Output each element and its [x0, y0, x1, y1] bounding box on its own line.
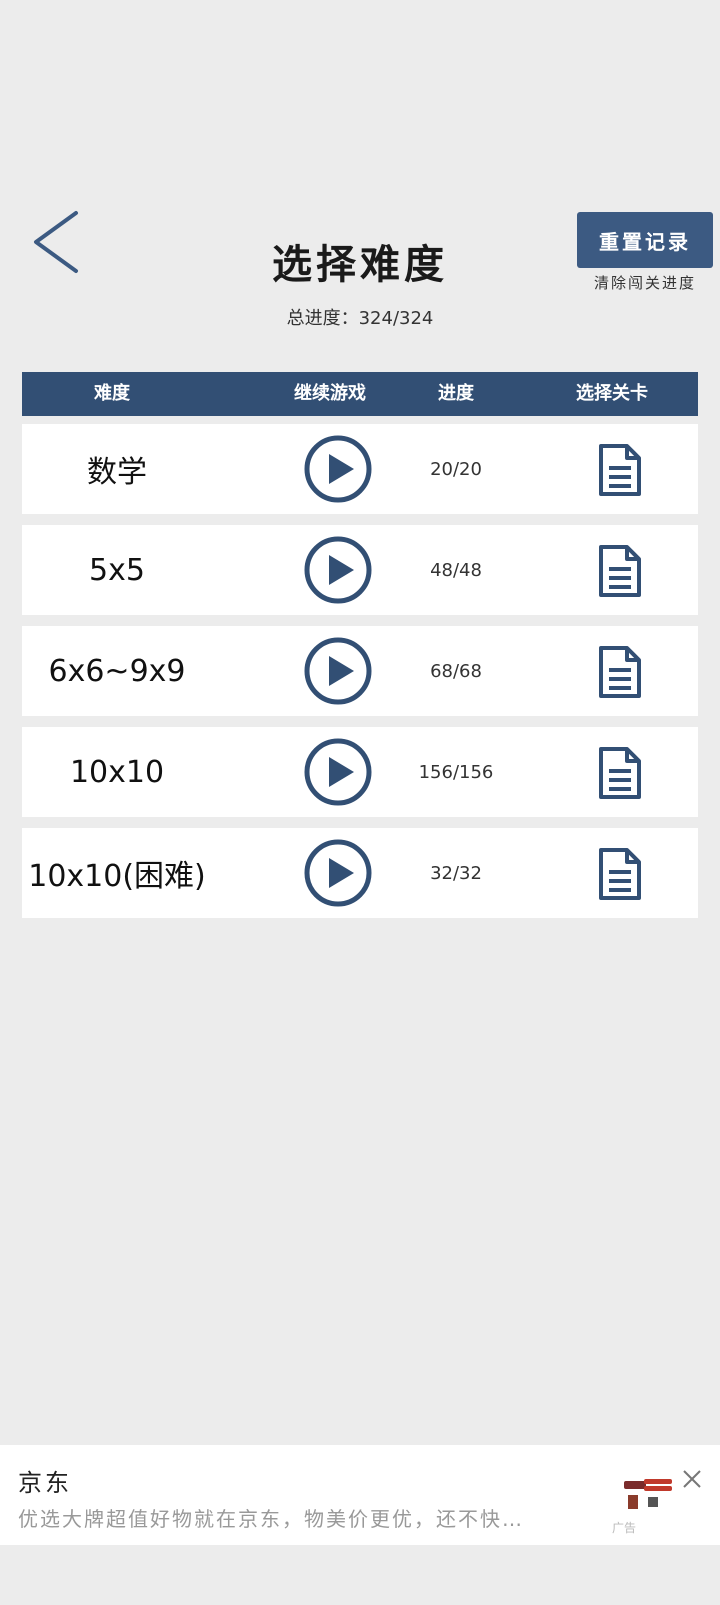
total-progress: 总进度：324/324 — [286, 308, 434, 329]
table-header: 难度 继续游戏 进度 选择关卡 — [22, 372, 698, 416]
document-list-icon — [599, 444, 641, 496]
difficulty-name: 10x10 — [69, 754, 165, 790]
play-circle-icon — [304, 536, 372, 604]
table-row: 10x10(困难) 32/32 — [22, 828, 698, 918]
ad-label: 广告 — [612, 1521, 637, 1535]
header-continue: 继续游戏 — [294, 383, 366, 404]
document-list-icon — [599, 545, 641, 597]
table-row: 数学 20/20 — [22, 424, 698, 514]
header-progress: 进度 — [438, 383, 474, 404]
select-level-button[interactable] — [597, 644, 643, 700]
continue-game-button[interactable] — [303, 636, 373, 706]
level-progress: 156/156 — [418, 761, 494, 783]
ad-title: 京东 — [18, 1469, 72, 1497]
level-progress: 48/48 — [430, 559, 482, 581]
close-icon — [683, 1470, 701, 1488]
difficulty-name: 5x5 — [89, 552, 145, 588]
level-progress: 68/68 — [430, 660, 482, 682]
play-circle-icon — [304, 839, 372, 907]
document-list-icon — [599, 848, 641, 900]
ad-banner[interactable]: 京东 优选大牌超值好物就在京东，物美价更优，还不快… 广告 — [0, 1445, 720, 1545]
document-list-icon — [599, 747, 641, 799]
select-level-button[interactable] — [597, 846, 643, 902]
ad-text: 优选大牌超值好物就在京东，物美价更优，还不快… — [18, 1507, 524, 1531]
reset-record-button[interactable]: 重置记录 — [577, 212, 713, 268]
ad-product-image — [622, 1475, 674, 1515]
ad-close-button[interactable] — [680, 1467, 704, 1491]
continue-game-button[interactable] — [303, 838, 373, 908]
difficulty-name: 10x10(困难) — [28, 859, 206, 894]
select-level-button[interactable] — [597, 745, 643, 801]
select-level-button[interactable] — [597, 543, 643, 599]
table-row: 6x6~9x9 68/68 — [22, 626, 698, 716]
table-row: 10x10 156/156 — [22, 727, 698, 817]
difficulty-name: 数学 — [87, 455, 147, 490]
continue-game-button[interactable] — [303, 737, 373, 807]
table-row: 5x5 48/48 — [22, 525, 698, 615]
header-select-level: 选择关卡 — [576, 383, 648, 404]
header-difficulty: 难度 — [94, 383, 130, 404]
select-level-button[interactable] — [597, 442, 643, 498]
level-progress: 32/32 — [430, 862, 482, 884]
level-progress: 20/20 — [430, 458, 482, 480]
continue-game-button[interactable] — [303, 535, 373, 605]
difficulty-name: 6x6~9x9 — [48, 653, 186, 689]
play-circle-icon — [304, 435, 372, 503]
reset-hint: 清除闯关进度 — [593, 274, 696, 292]
continue-game-button[interactable] — [303, 434, 373, 504]
document-list-icon — [599, 646, 641, 698]
play-circle-icon — [304, 637, 372, 705]
play-circle-icon — [304, 738, 372, 806]
